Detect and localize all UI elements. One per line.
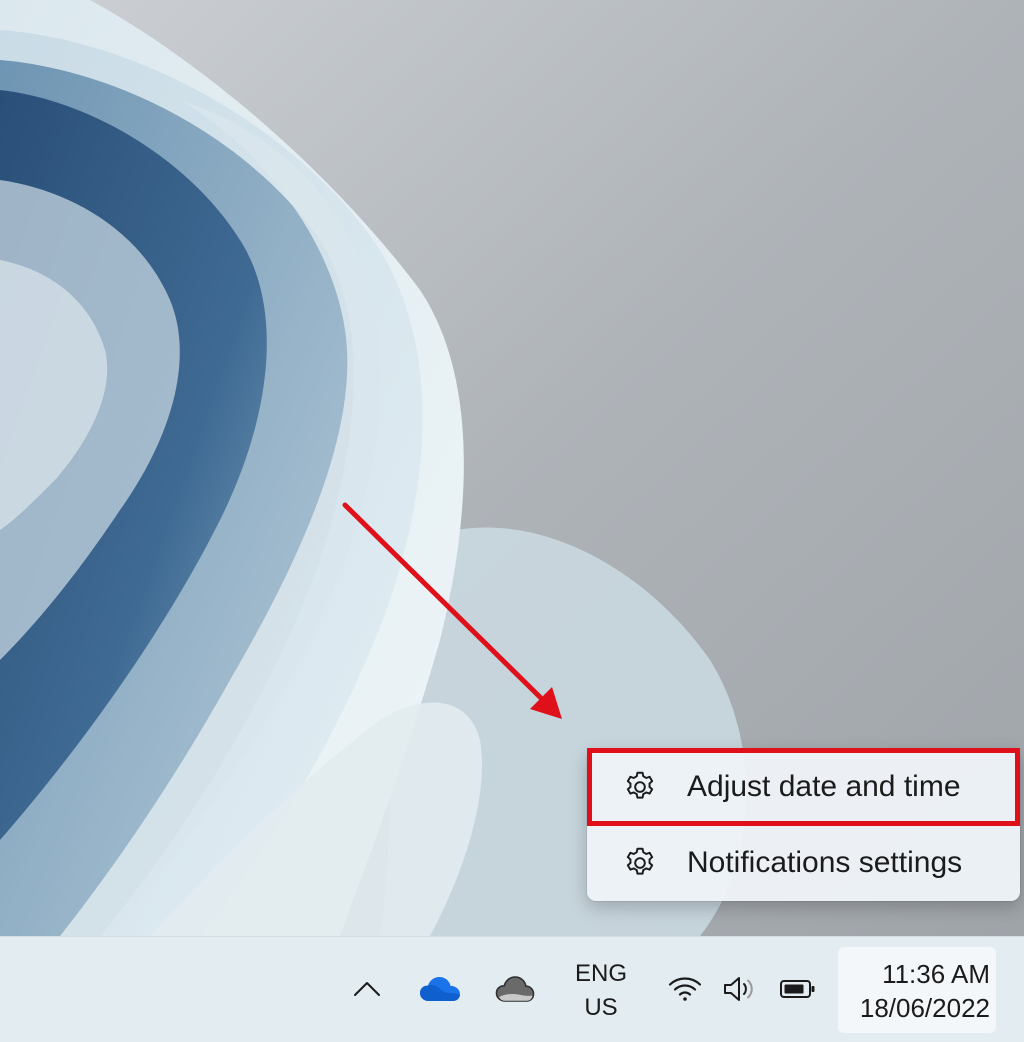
menu-item-notifications-settings[interactable]: Notifications settings (587, 827, 1020, 899)
menu-item-label: Adjust date and time (687, 770, 961, 803)
language-code: ENG (574, 960, 627, 987)
region-code: US (584, 994, 618, 1021)
network-button[interactable] (662, 969, 708, 1013)
clock-date: 18/06/2022 (859, 993, 990, 1023)
gear-icon (621, 844, 659, 882)
menu-item-adjust-date-and-time[interactable]: Adjust date and time (587, 751, 1020, 823)
menu-item-label: Notifications settings (687, 846, 963, 879)
wifi-icon (668, 975, 702, 1008)
gear-icon (621, 768, 659, 806)
onedrive-personal-button[interactable] (412, 967, 468, 1015)
taskbar: ENG US 11:36 AM 18/06/2022 (0, 936, 1024, 1042)
chevron-up-icon (352, 979, 382, 1004)
onedrive-cloud-gray-icon (495, 975, 535, 1008)
taskbar-clock[interactable]: 11:36 AM 18/06/2022 (838, 947, 996, 1033)
show-hidden-icons-button[interactable] (343, 967, 391, 1015)
volume-button[interactable] (716, 969, 768, 1013)
clock-time: 11:36 AM (882, 959, 990, 989)
volume-icon (722, 974, 762, 1009)
onedrive-cloud-blue-icon (419, 975, 461, 1008)
onedrive-business-button[interactable] (487, 967, 543, 1015)
desktop-screen: Adjust date and time Notifications setti… (0, 0, 1024, 1042)
taskbar-clock-context-menu: Adjust date and time Notifications setti… (587, 749, 1020, 901)
battery-button[interactable] (772, 969, 824, 1013)
battery-icon (779, 978, 817, 1005)
input-language-indicator[interactable]: ENG US (562, 957, 640, 1027)
